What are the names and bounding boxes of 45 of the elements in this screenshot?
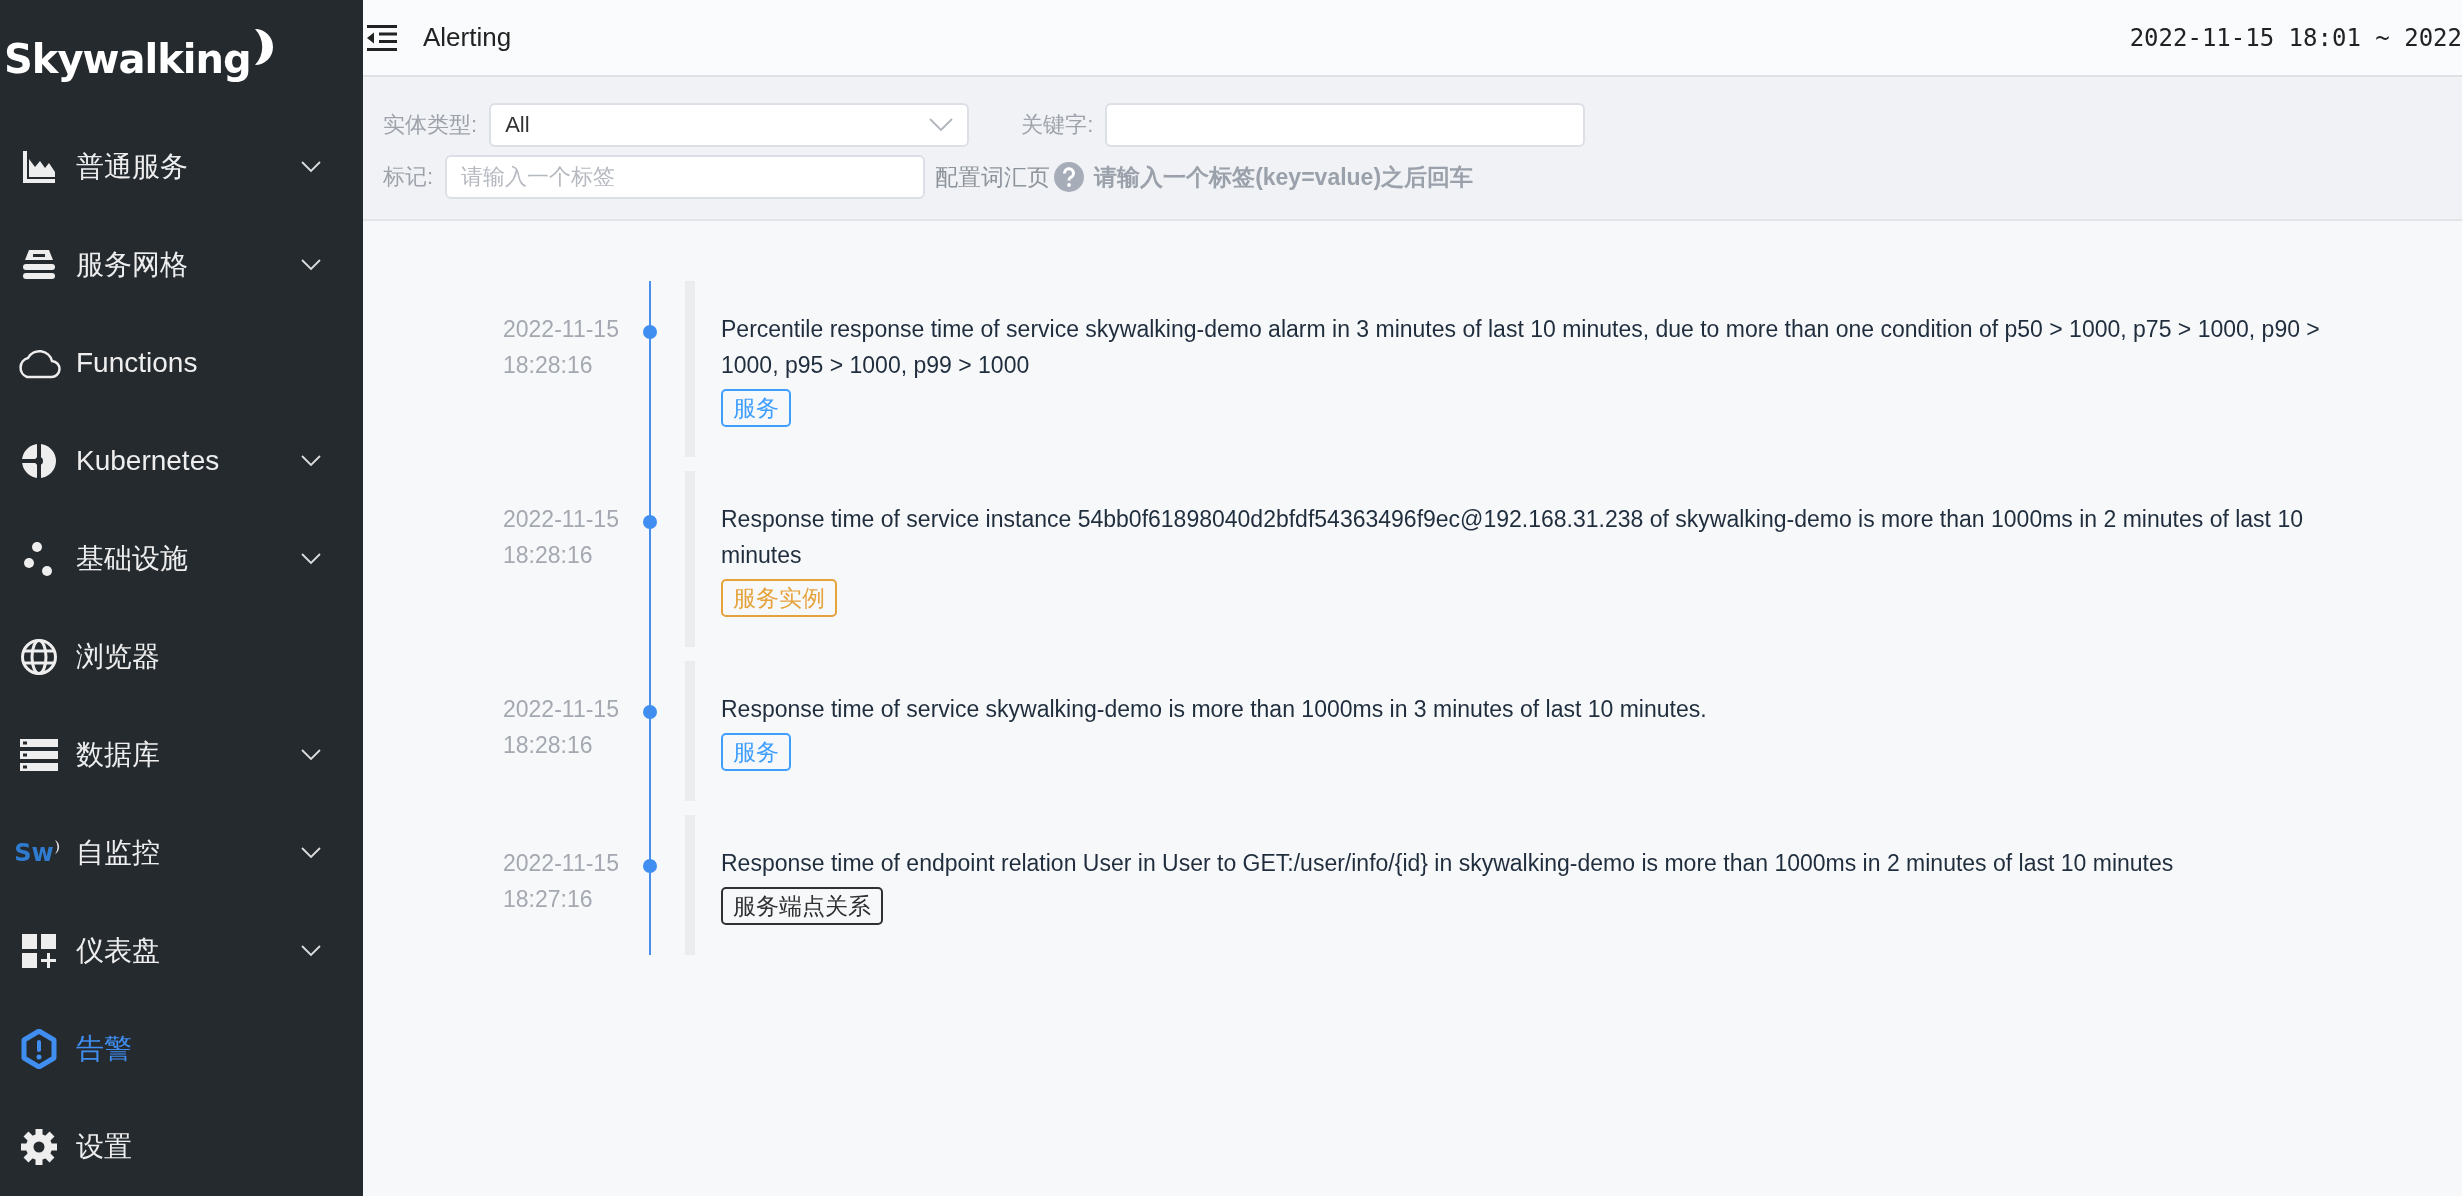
- alarm-message: Response time of service skywalking-demo is more than 1000ms in 3 minutes of last 10 minutes.: [721, 695, 1707, 724]
- sidebar-item[interactable]: 普通服务: [0, 117, 363, 216]
- page-title: Alerting: [423, 22, 513, 53]
- field-label: 标记:: [383, 163, 434, 191]
- sidebar-item[interactable]: Kubernetes: [0, 411, 363, 510]
- field-label: 实体类型:: [383, 111, 478, 139]
- alarm-message: Response time of service instance 54bb0f61898040d2bfdf54363496f9ec@192.168.31.238 of skywalking-demo is more than 1000ms in 2 minutes of last 10 minutes: [721, 505, 2304, 570]
- field-label: 关键字:: [1021, 111, 1094, 139]
- sidebar-item[interactable]: 仪表盘: [0, 901, 363, 1000]
- hint-text: 请输入一个标签(key=value)之后回车: [1094, 162, 1474, 192]
- settings-icon: [20, 1127, 58, 1166]
- chevron-down-icon: [929, 118, 954, 132]
- scope-tag: 服务实例: [721, 579, 837, 617]
- sidebar-item[interactable]: 服务网格: [0, 215, 363, 314]
- time-range[interactable]: 2022-11-15 18:01 ~ 2022: [2129, 23, 2462, 52]
- sidebar-item[interactable]: Functions: [0, 313, 363, 412]
- alarm-timestamp: 2022-11-15 18:28:16: [503, 696, 619, 758]
- dashboard-add-icon: [21, 932, 57, 969]
- alarm-timestamp: 2022-11-15 18:28:16: [503, 316, 619, 378]
- area-chart-icon: [21, 148, 57, 185]
- scope-tag: 服务端点关系: [721, 887, 883, 925]
- sidebar-item[interactable]: 基础设施: [0, 509, 363, 608]
- tag-input[interactable]: 请输入一个标签: [445, 155, 926, 199]
- sidebar-item[interactable]: 数据库: [0, 705, 363, 804]
- dots-icon: [23, 540, 55, 577]
- sidebar-item[interactable]: 浏览器: [0, 607, 363, 706]
- globe-icon: [20, 637, 58, 676]
- menu-collapse-icon[interactable]: [367, 24, 397, 51]
- help-icon[interactable]: [1054, 162, 1085, 192]
- logo-text: Skywalking: [4, 35, 251, 82]
- logo-text: Sw: [14, 838, 54, 867]
- server-icon: [20, 738, 58, 771]
- scope-tag: 服务: [721, 389, 791, 427]
- alarm-timestamp: 2022-11-15 18:28:16: [503, 506, 619, 568]
- alarm-message: Percentile response time of service skywalking-demo alarm in 3 minutes of last 10 minutes, due to more than one condition of p50 > 1000, p75 > 1000, p90 > 1000, p95 > 1000, p99 > 1000: [721, 315, 2321, 380]
- alarm-timestamp: 2022-11-15 18:27:16: [503, 850, 619, 912]
- sidebar-item[interactable]: 设置: [0, 1097, 363, 1196]
- alert-icon: [21, 1028, 57, 1069]
- keyword-input[interactable]: [1105, 103, 1586, 147]
- scope-tag: 服务: [721, 733, 791, 771]
- sidebar-item[interactable]: Sw 自监控: [0, 803, 363, 902]
- pie-icon: [21, 442, 57, 479]
- alarm-message: Response time of endpoint relation User in User to GET:/user/info/{id} in skywalking-demo is more than 1000ms in 2 minutes of last 10 minutes: [721, 849, 2174, 878]
- entity-type-select[interactable]: All: [489, 103, 970, 147]
- sidebar-item[interactable]: 告警: [0, 999, 363, 1098]
